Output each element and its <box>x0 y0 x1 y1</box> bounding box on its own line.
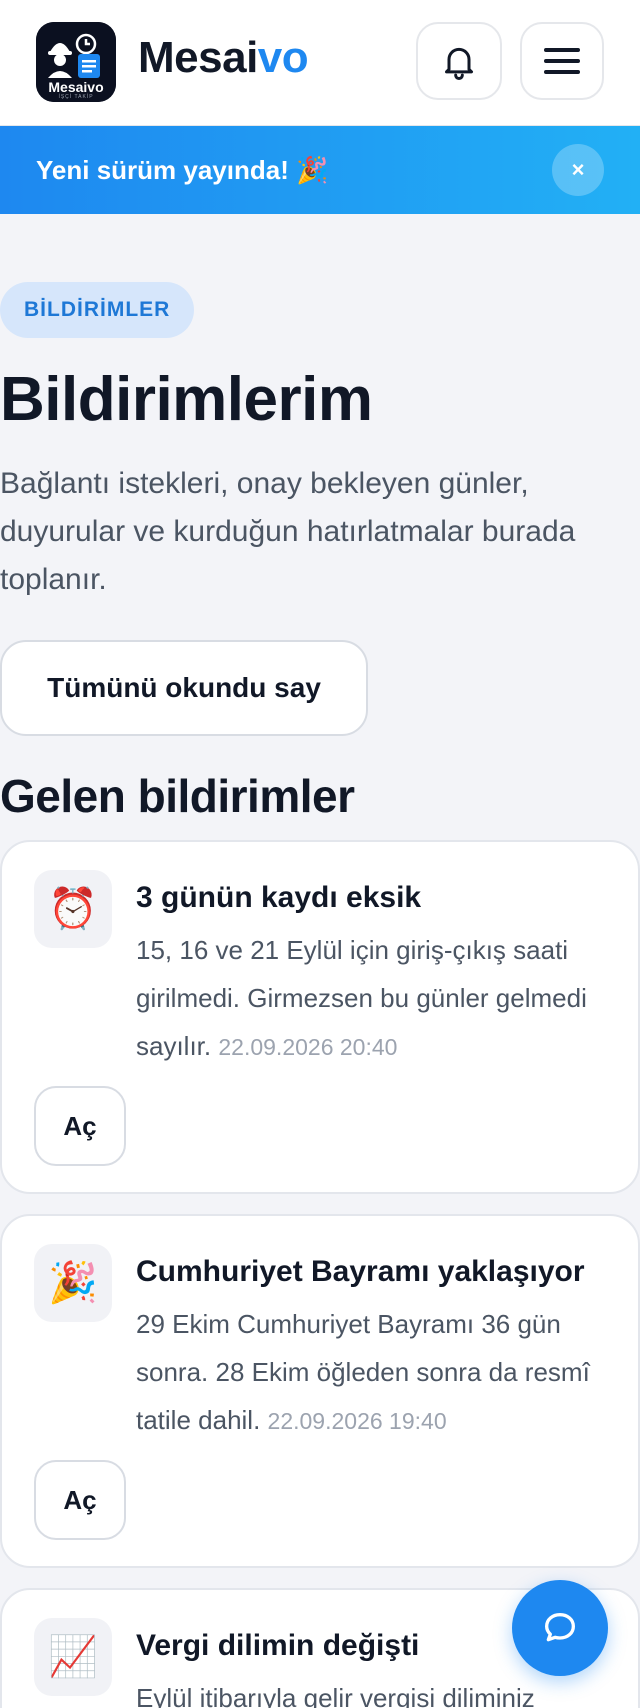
chart-increasing-icon: 📈 <box>34 1618 112 1696</box>
bell-icon <box>445 47 473 80</box>
menu-button[interactable] <box>520 22 604 100</box>
section-title: Gelen bildirimler <box>0 770 355 822</box>
brand-name[interactable]: Mesaivo <box>138 30 309 86</box>
alarm-clock-icon: ⏰ <box>34 870 112 948</box>
notification-title: Cumhuriyet Bayramı yaklaşıyor <box>136 1255 585 1288</box>
close-icon: × <box>571 157 585 182</box>
page-title: Bildirimlerim <box>0 365 373 434</box>
open-button[interactable]: Aç <box>34 1086 126 1166</box>
release-banner: Yeni sürüm yayında! 🎉 × <box>0 126 640 214</box>
notification-body: Eylül itibarıyla gelir vergisi diliminiz <box>136 1674 556 1708</box>
open-button[interactable]: Aç <box>34 1460 126 1540</box>
notification-text: Eylül itibarıyla gelir vergisi diliminiz <box>136 1683 535 1708</box>
logo-text: Mesaivo <box>48 79 104 95</box>
notification-card[interactable]: 🎉 Cumhuriyet Bayramı yaklaşıyor 29 Ekim … <box>0 1214 640 1568</box>
notification-time: 22.09.2026 19:40 <box>267 1408 447 1434</box>
notification-title: 3 günün kaydı eksik <box>136 881 422 914</box>
logo-wordmark: Mesaivo <box>36 80 116 94</box>
chat-button[interactable] <box>512 1580 608 1676</box>
hamburger-icon <box>544 48 580 74</box>
section-eyebrow: BİLDİRİMLER <box>0 282 195 338</box>
card-emoji: 📈 <box>48 1635 98 1679</box>
notification-card[interactable]: ⏰ 3 günün kaydı eksik 15, 16 ve 21 Eylül… <box>0 840 640 1194</box>
brand-main: Mesai <box>138 33 258 82</box>
brand-accent: vo <box>257 33 309 82</box>
notification-time: 22.09.2026 20:40 <box>218 1034 398 1060</box>
notifications-button[interactable] <box>416 22 502 100</box>
party-popper-icon: 🎉 <box>34 1244 112 1322</box>
card-emoji: ⏰ <box>48 887 98 931</box>
banner-close-button[interactable]: × <box>552 144 604 196</box>
mark-all-read-button[interactable]: Tümünü okundu say <box>0 640 368 736</box>
page-description: Bağlantı istekleri, onay bekleyen günler… <box>0 467 576 596</box>
logo-subtext: İŞÇİ TAKİP <box>58 94 94 100</box>
chat-bubble-icon <box>545 1613 575 1642</box>
notification-body: 15, 16 ve 21 Eylül için giriş-çıkış saat… <box>136 926 610 1071</box>
app-logo[interactable]: Mesaivo İŞÇİ TAKİP <box>36 22 116 102</box>
notification-body: 29 Ekim Cumhuriyet Bayramı 36 gün sonra.… <box>136 1300 610 1445</box>
card-emoji: 🎉 <box>48 1261 98 1305</box>
app-header: Mesaivo İŞÇİ TAKİP Mesaivo <box>0 0 640 126</box>
banner-text: Yeni sürüm yayında! 🎉 <box>36 155 329 185</box>
